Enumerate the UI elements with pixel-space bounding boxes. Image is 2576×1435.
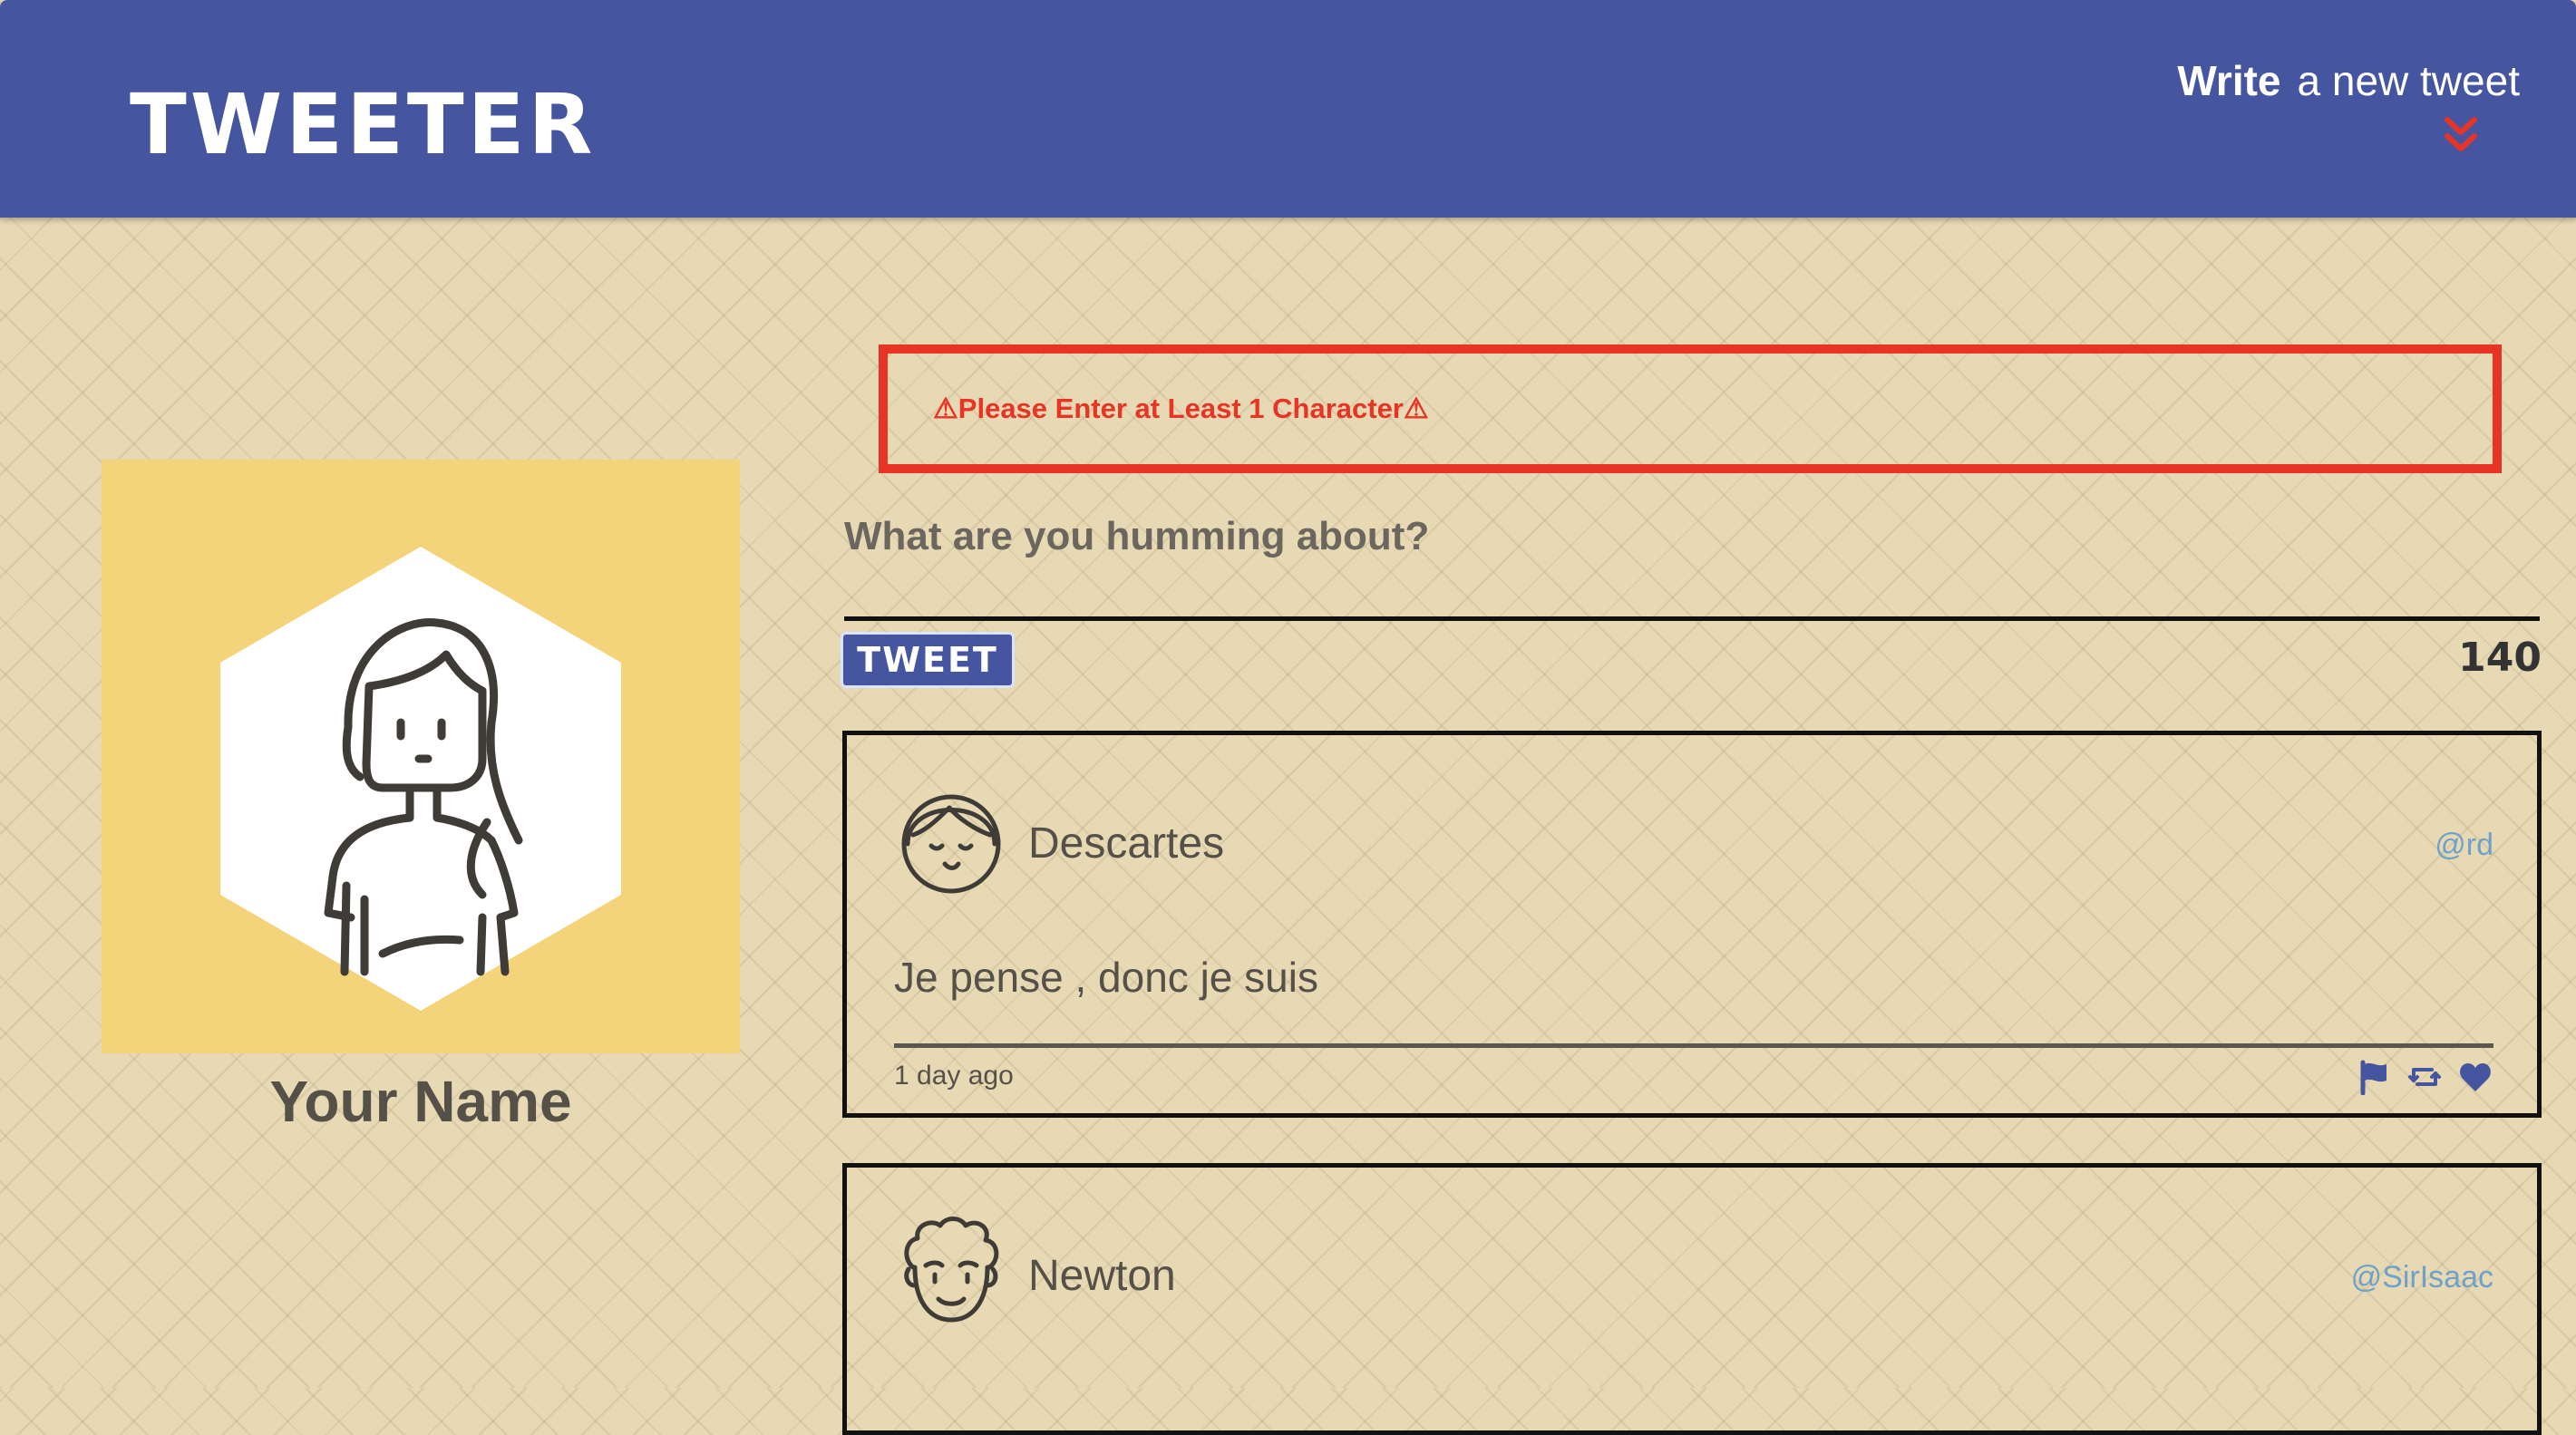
- retweet-icon[interactable]: [2406, 1059, 2443, 1095]
- tweet-footer: 1 day ago: [894, 1043, 2493, 1096]
- tweet-card: Descartes @rd Je pense , donc je suis 1 …: [842, 731, 2542, 1118]
- tweet-author-name: Descartes: [1028, 819, 1225, 868]
- girl-avatar-icon: [220, 547, 621, 1011]
- tweet-timestamp: 1 day ago: [894, 1061, 1014, 1091]
- curly-hair-face-avatar-icon: [904, 1217, 999, 1323]
- tweet-author-handle[interactable]: @rd: [2435, 828, 2493, 863]
- character-counter: 140: [2458, 635, 2542, 681]
- new-tweet-label: a new tweet: [2297, 57, 2520, 104]
- write-label: Write: [2177, 57, 2281, 104]
- tweet-text-input[interactable]: [844, 503, 2540, 621]
- error-message: ⚠Please Enter at Least 1 Character⚠: [879, 344, 2502, 473]
- profile-name: Your Name: [269, 1069, 572, 1134]
- profile-avatar: [102, 460, 740, 1053]
- tweet-card: Newton @SirIsaac: [842, 1163, 2542, 1435]
- tweet-author-name: Newton: [1028, 1252, 1176, 1300]
- girl-face-avatar-icon: [901, 794, 1001, 894]
- error-text: ⚠Please Enter at Least 1 Character⚠: [933, 393, 1429, 424]
- brand-logo: TWEETER: [130, 76, 597, 173]
- flag-icon[interactable]: [2356, 1059, 2392, 1096]
- heart-icon[interactable]: [2457, 1059, 2493, 1095]
- tweet-author-handle[interactable]: @SirIsaac: [2351, 1260, 2493, 1295]
- tweet-actions: [2356, 1059, 2493, 1096]
- top-nav: TWEETER Write a new tweet: [0, 0, 2576, 218]
- double-chevron-down-icon[interactable]: [2438, 114, 2484, 158]
- write-new-tweet-toggle[interactable]: Write a new tweet: [2177, 56, 2520, 105]
- tweet-button[interactable]: TWEET: [841, 632, 1015, 688]
- tweet-content: Je pense , donc je suis: [894, 954, 1318, 1001]
